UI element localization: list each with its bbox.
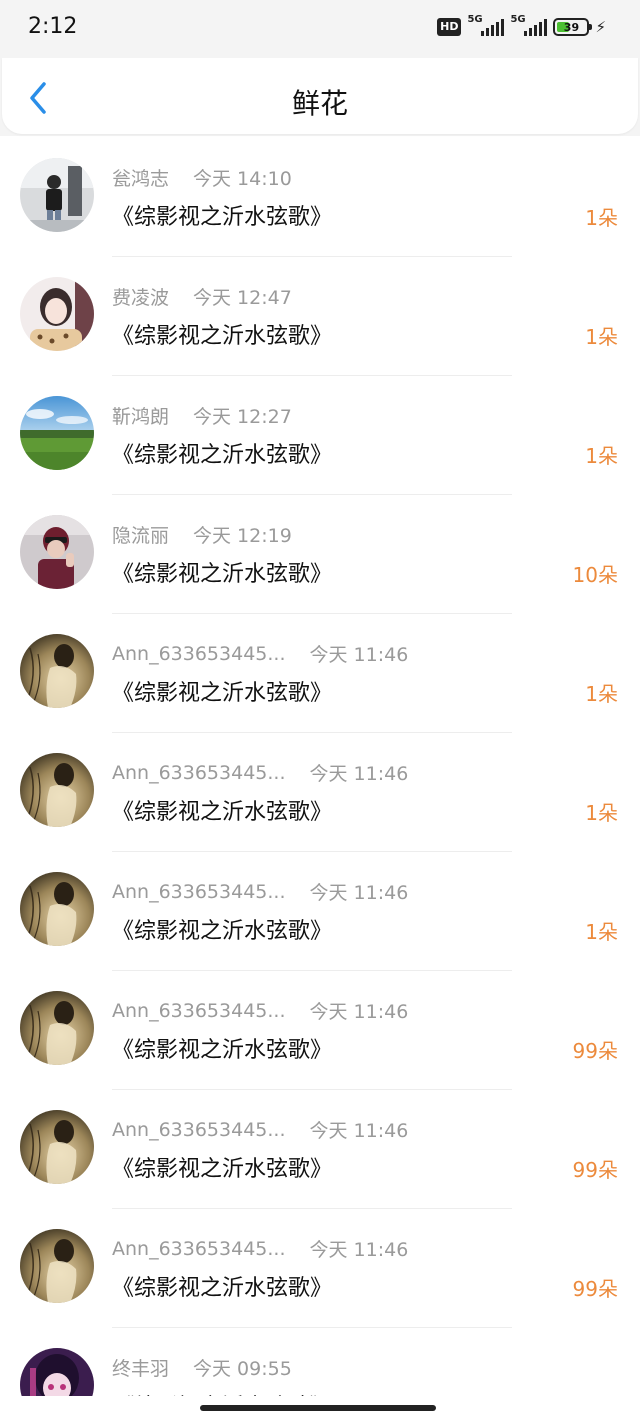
page-title: 鲜花: [291, 87, 348, 120]
work-title[interactable]: 《综影视之沂水弦歌》: [112, 1270, 332, 1302]
list-item[interactable]: 靳鸿朗 今天 12:27 《综影视之沂水弦歌》 1朵: [0, 376, 640, 495]
home-indicator[interactable]: [200, 1405, 436, 1411]
avatar[interactable]: [20, 872, 94, 946]
work-title[interactable]: 《综影视之沂水弦歌》: [112, 913, 332, 945]
list-item[interactable]: 瓮鸿志 今天 14:10 《综影视之沂水弦歌》 1朵: [0, 138, 640, 257]
user-name[interactable]: 隐流丽: [112, 521, 169, 548]
item-meta: 费凌波 今天 12:47: [112, 283, 292, 310]
avatar[interactable]: [20, 515, 94, 589]
user-name[interactable]: Ann_633653445...: [112, 1000, 286, 1022]
avatar[interactable]: [20, 634, 94, 708]
gift-time: 今天 12:47: [193, 287, 292, 309]
avatar[interactable]: [20, 158, 94, 232]
item-meta: Ann_633653445... 今天 11:46: [112, 878, 408, 905]
user-name[interactable]: Ann_633653445...: [112, 762, 286, 784]
gift-time: 今天 11:46: [309, 763, 409, 785]
list-item[interactable]: Ann_633653445... 今天 11:46 《综影视之沂水弦歌》 99朵: [0, 1090, 640, 1209]
charging-icon: ⚡: [595, 18, 606, 36]
user-name[interactable]: 瓮鸿志: [112, 164, 169, 191]
item-meta: 隐流丽 今天 12:19: [112, 521, 292, 548]
list-item[interactable]: 隐流丽 今天 12:19 《综影视之沂水弦歌》 10朵: [0, 495, 640, 614]
header: 鲜花: [0, 58, 640, 136]
avatar[interactable]: [20, 991, 94, 1065]
flower-count: 1朵: [585, 801, 618, 825]
item-meta: Ann_633653445... 今天 11:46: [112, 997, 408, 1024]
user-name[interactable]: 靳鸿朗: [112, 402, 169, 429]
item-meta: Ann_633653445... 今天 11:46: [112, 759, 408, 786]
user-name[interactable]: Ann_633653445...: [112, 1119, 286, 1141]
gift-time: 今天 11:46: [309, 644, 409, 666]
item-meta: 靳鸿朗 今天 12:27: [112, 402, 292, 429]
gift-time: 今天 11:46: [309, 1001, 409, 1023]
list-item[interactable]: Ann_633653445... 今天 11:46 《综影视之沂水弦歌》 1朵: [0, 733, 640, 852]
battery-level: 39: [563, 20, 580, 34]
list-item[interactable]: Ann_633653445... 今天 11:46 《综影视之沂水弦歌》 1朵: [0, 852, 640, 971]
status-bar: 2:12 HD 5G 5G 39 ⚡: [0, 0, 640, 58]
signal-icon-2: 5G: [510, 14, 548, 36]
battery-icon: 39: [553, 18, 593, 36]
work-title[interactable]: 《综影视之沂水弦歌》: [112, 437, 332, 469]
gift-time: 今天 11:46: [309, 1120, 409, 1142]
list-item[interactable]: 费凌波 今天 12:47 《综影视之沂水弦歌》 1朵: [0, 257, 640, 376]
avatar[interactable]: [20, 1110, 94, 1184]
status-time: 2:12: [28, 14, 78, 39]
flower-count: 1朵: [585, 682, 618, 706]
item-meta: Ann_633653445... 今天 11:46: [112, 640, 408, 667]
work-title[interactable]: 《综影视之沂水弦歌》: [112, 318, 332, 350]
status-icons: HD 5G 5G 39 ⚡: [437, 14, 606, 36]
item-meta: 瓮鸿志 今天 14:10: [112, 164, 292, 191]
list-item[interactable]: Ann_633653445... 今天 11:46 《综影视之沂水弦歌》 1朵: [0, 614, 640, 733]
work-title[interactable]: 《综影视之沂水弦歌》: [112, 675, 332, 707]
user-name[interactable]: Ann_633653445...: [112, 881, 286, 903]
list-item[interactable]: Ann_633653445... 今天 11:46 《综影视之沂水弦歌》 99朵: [0, 1209, 640, 1328]
gift-time: 今天 12:27: [193, 406, 292, 428]
work-title[interactable]: 《综影视之沂水弦歌》: [112, 1151, 332, 1183]
gift-time: 今天 11:46: [309, 1239, 409, 1261]
header-card: 鲜花: [2, 58, 638, 134]
avatar[interactable]: [20, 396, 94, 470]
list-item[interactable]: Ann_633653445... 今天 11:46 《综影视之沂水弦歌》 99朵: [0, 971, 640, 1090]
item-meta: Ann_633653445... 今天 11:46: [112, 1116, 408, 1143]
gift-time: 今天 12:19: [193, 525, 292, 547]
user-name[interactable]: 终丰羽: [112, 1354, 169, 1381]
item-meta: Ann_633653445... 今天 11:46: [112, 1235, 408, 1262]
flower-count: 99朵: [572, 1158, 618, 1182]
gift-time: 今天 09:55: [193, 1358, 292, 1380]
item-meta: 终丰羽 今天 09:55: [112, 1354, 292, 1381]
user-name[interactable]: Ann_633653445...: [112, 1238, 286, 1260]
flower-record-list: 瓮鸿志 今天 14:10 《综影视之沂水弦歌》 1朵 费凌波 今天 12:47 《综影视之沂…: [0, 138, 640, 1422]
gift-time: 今天 14:10: [193, 168, 292, 190]
work-title[interactable]: 《综影视之沂水弦歌》: [112, 199, 332, 231]
signal-icon: 5G: [467, 14, 505, 36]
user-name[interactable]: Ann_633653445...: [112, 643, 286, 665]
flower-count: 99朵: [572, 1277, 618, 1301]
avatar[interactable]: [20, 277, 94, 351]
avatar[interactable]: [20, 1229, 94, 1303]
flower-count: 1朵: [585, 444, 618, 468]
flower-count: 99朵: [572, 1039, 618, 1063]
flower-count: 1朵: [585, 325, 618, 349]
avatar[interactable]: [20, 753, 94, 827]
hd-icon: HD: [437, 18, 462, 36]
flower-count: 10朵: [572, 563, 618, 587]
user-name[interactable]: 费凌波: [112, 283, 169, 310]
gift-time: 今天 11:46: [309, 882, 409, 904]
flower-count: 1朵: [585, 920, 618, 944]
work-title[interactable]: 《综影视之沂水弦歌》: [112, 556, 332, 588]
flower-count: 1朵: [585, 206, 618, 230]
work-title[interactable]: 《综影视之沂水弦歌》: [112, 794, 332, 826]
work-title[interactable]: 《综影视之沂水弦歌》: [112, 1032, 332, 1064]
